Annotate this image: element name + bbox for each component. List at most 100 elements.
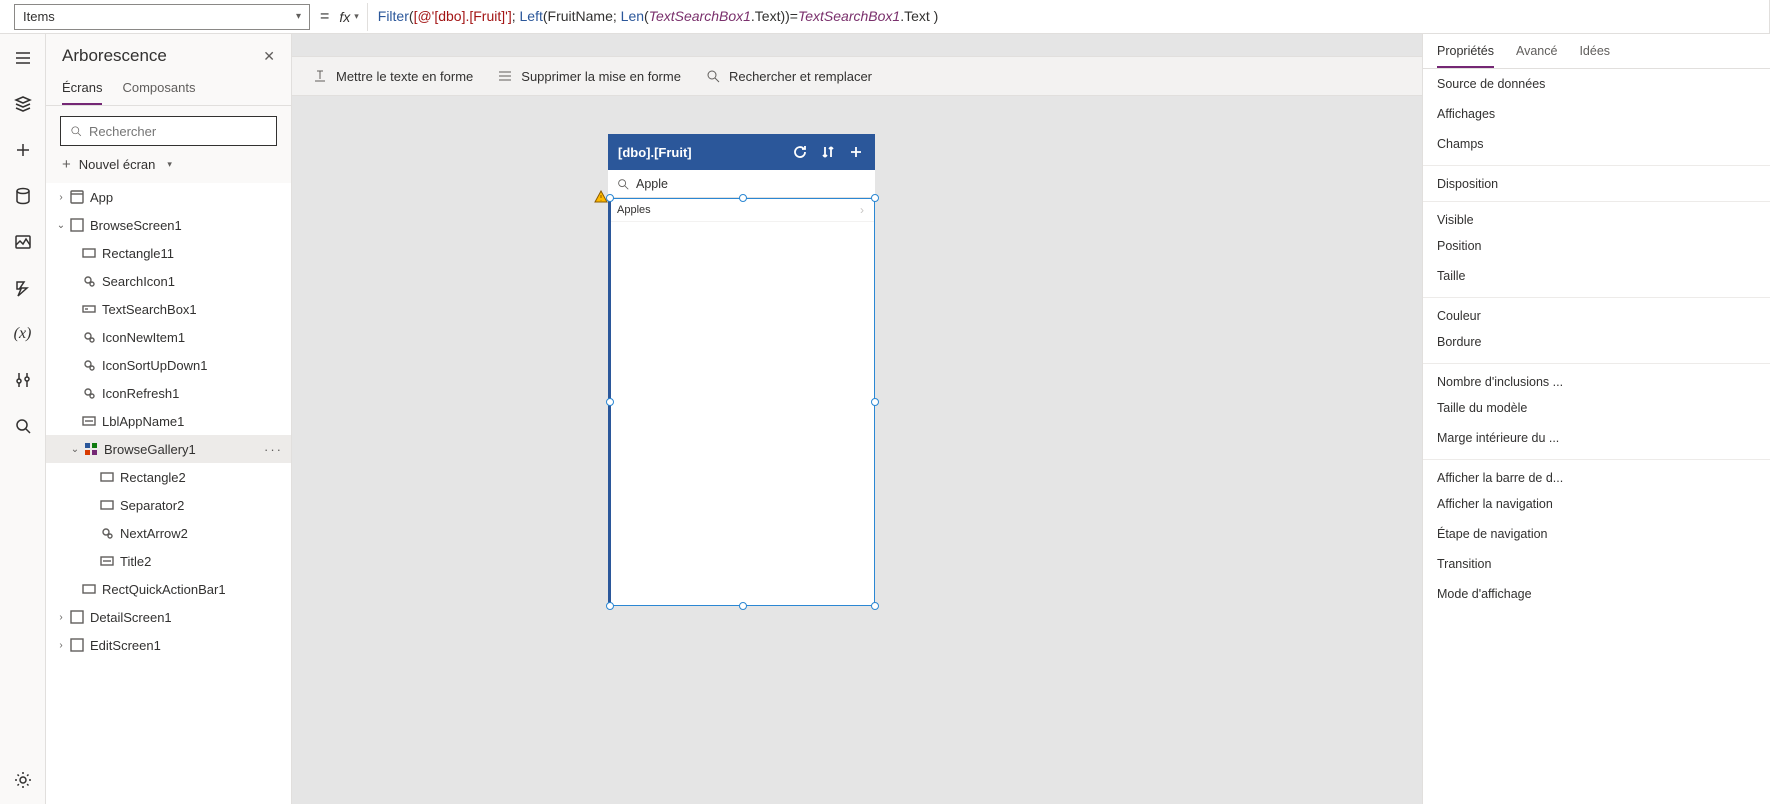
resize-handle[interactable] xyxy=(871,398,879,406)
tree-item-iconsortupdown1[interactable]: IconSortUpDown1 xyxy=(46,351,291,379)
tree-item-detailscreen1[interactable]: ›DetailScreen1 xyxy=(46,603,291,631)
tree-item-label: IconNewItem1 xyxy=(102,330,185,345)
search-icon[interactable] xyxy=(13,416,33,436)
gallery-row[interactable]: Apples › xyxy=(611,199,874,222)
fx-label[interactable]: fx xyxy=(339,9,350,25)
prop-shownav[interactable]: Afficher la navigation xyxy=(1423,489,1770,519)
tree-item-searchicon1[interactable]: SearchIcon1 xyxy=(46,267,291,295)
tree-title: Arborescence xyxy=(62,46,167,66)
prop-fields[interactable]: Champs xyxy=(1423,129,1770,159)
separator xyxy=(367,3,368,31)
resize-handle[interactable] xyxy=(606,602,614,610)
prop-datasource[interactable]: Source de données xyxy=(1423,69,1770,99)
phone-preview: [dbo].[Fruit] Apple Apples › xyxy=(608,134,875,606)
advanced-tools-icon[interactable] xyxy=(13,370,33,390)
resize-handle[interactable] xyxy=(739,602,747,610)
tree-view-icon[interactable] xyxy=(13,94,33,114)
settings-icon[interactable] xyxy=(13,770,33,790)
toolbar-label: Supprimer la mise en forme xyxy=(521,69,681,84)
tree-item-separator2[interactable]: Separator2 xyxy=(46,491,291,519)
chevron-down-icon[interactable]: ▾ xyxy=(354,11,359,22)
more-icon[interactable]: ··· xyxy=(264,442,283,457)
formula-input[interactable]: Filter([@'[dbo].[Fruit]']; Left(FruitNam… xyxy=(378,8,939,25)
prop-views[interactable]: Affichages xyxy=(1423,99,1770,129)
prop-wrapcount[interactable]: Nombre d'inclusions ... xyxy=(1423,363,1770,393)
tree-item-browsescreen1[interactable]: ⌄BrowseScreen1 xyxy=(46,211,291,239)
find-replace-button[interactable]: Rechercher et remplacer xyxy=(705,68,872,84)
resize-handle[interactable] xyxy=(739,194,747,202)
prop-displaymode[interactable]: Mode d'affichage xyxy=(1423,579,1770,609)
resize-handle[interactable] xyxy=(871,602,879,610)
insert-icon[interactable] xyxy=(13,140,33,160)
tab-ideas[interactable]: Idées xyxy=(1579,44,1610,68)
formula-bar: Items ▾ = fx ▾ Filter([@'[dbo].[Fruit]']… xyxy=(0,0,1770,34)
resize-handle[interactable] xyxy=(871,194,879,202)
tree-item-iconrefresh1[interactable]: IconRefresh1 xyxy=(46,379,291,407)
tree-item-rectangle2[interactable]: Rectangle2 xyxy=(46,463,291,491)
resize-handle[interactable] xyxy=(606,398,614,406)
prop-showscrollbar[interactable]: Afficher la barre de d... xyxy=(1423,459,1770,489)
tree-item-label: LblAppName1 xyxy=(102,414,184,429)
prop-navstep[interactable]: Étape de navigation xyxy=(1423,519,1770,549)
toolbar-label: Rechercher et remplacer xyxy=(729,69,872,84)
prop-layout[interactable]: Disposition xyxy=(1423,165,1770,195)
tree-item-label: DetailScreen1 xyxy=(90,610,172,625)
prop-transition[interactable]: Transition xyxy=(1423,549,1770,579)
power-automate-icon[interactable] xyxy=(13,278,33,298)
tree-item-browsegallery1[interactable]: ⌄BrowseGallery1··· xyxy=(46,435,291,463)
data-icon[interactable] xyxy=(13,186,33,206)
media-icon[interactable] xyxy=(13,232,33,252)
search-icon xyxy=(69,124,83,138)
close-icon[interactable]: ✕ xyxy=(263,48,275,65)
variables-icon[interactable]: (x) xyxy=(13,324,33,344)
new-screen-button[interactable]: + Nouvel écran ▾ xyxy=(46,152,291,183)
left-rail: (x) xyxy=(0,34,46,804)
prop-color[interactable]: Couleur xyxy=(1423,297,1770,327)
prop-border[interactable]: Bordure xyxy=(1423,327,1770,357)
hamburger-icon[interactable] xyxy=(13,48,33,68)
property-select-value: Items xyxy=(23,9,55,24)
tree-item-nextarrow2[interactable]: NextArrow2 xyxy=(46,519,291,547)
tree-item-rectangle11[interactable]: Rectangle11 xyxy=(46,239,291,267)
prop-templatesize[interactable]: Taille du modèle xyxy=(1423,393,1770,423)
tree-item-label: EditScreen1 xyxy=(90,638,161,653)
property-select[interactable]: Items ▾ xyxy=(14,4,310,30)
tree-item-label: NextArrow2 xyxy=(120,526,188,541)
plus-icon[interactable] xyxy=(847,143,865,161)
strip-format-button[interactable]: Supprimer la mise en forme xyxy=(497,68,681,84)
tree-item-iconnewitem1[interactable]: IconNewItem1 xyxy=(46,323,291,351)
sort-icon[interactable] xyxy=(819,143,837,161)
tree-item-label: Title2 xyxy=(120,554,151,569)
chevron-down-icon: ▾ xyxy=(167,159,172,170)
plus-icon: + xyxy=(62,156,71,173)
tab-advanced[interactable]: Avancé xyxy=(1516,44,1557,68)
search-icon xyxy=(616,177,630,191)
tree-item-title2[interactable]: Title2 xyxy=(46,547,291,575)
gallery-selection[interactable]: Apples › xyxy=(608,198,875,606)
tree-search[interactable] xyxy=(60,116,277,146)
tree-item-app[interactable]: ›App xyxy=(46,183,291,211)
phone-search-value: Apple xyxy=(636,177,668,191)
tree-list: ›App ⌄BrowseScreen1 Rectangle11 SearchIc… xyxy=(46,183,291,804)
phone-header: [dbo].[Fruit] xyxy=(608,134,875,170)
tree-search-input[interactable] xyxy=(89,124,268,139)
prop-size[interactable]: Taille xyxy=(1423,261,1770,291)
tree-item-label: Rectangle2 xyxy=(120,470,186,485)
prop-visible[interactable]: Visible xyxy=(1423,201,1770,231)
refresh-icon[interactable] xyxy=(791,143,809,161)
resize-handle[interactable] xyxy=(606,194,614,202)
tab-components[interactable]: Composants xyxy=(122,72,195,105)
tree-item-lblappname1[interactable]: LblAppName1 xyxy=(46,407,291,435)
format-text-button[interactable]: Mettre le texte en forme xyxy=(312,68,473,84)
chevron-right-icon: › xyxy=(860,203,864,217)
tree-item-textsearchbox1[interactable]: TextSearchBox1 xyxy=(46,295,291,323)
prop-position[interactable]: Position xyxy=(1423,231,1770,261)
prop-templatepadding[interactable]: Marge intérieure du ... xyxy=(1423,423,1770,453)
canvas[interactable]: Mettre le texte en forme Supprimer la mi… xyxy=(292,34,1422,804)
tab-properties[interactable]: Propriétés xyxy=(1437,44,1494,68)
tab-screens[interactable]: Écrans xyxy=(62,72,102,105)
tree-item-rectquickactionbar1[interactable]: RectQuickActionBar1 xyxy=(46,575,291,603)
tree-item-editscreen1[interactable]: ›EditScreen1 xyxy=(46,631,291,659)
properties-panel: Propriétés Avancé Idées Source de donnée… xyxy=(1422,34,1770,804)
tree-item-label: App xyxy=(90,190,113,205)
